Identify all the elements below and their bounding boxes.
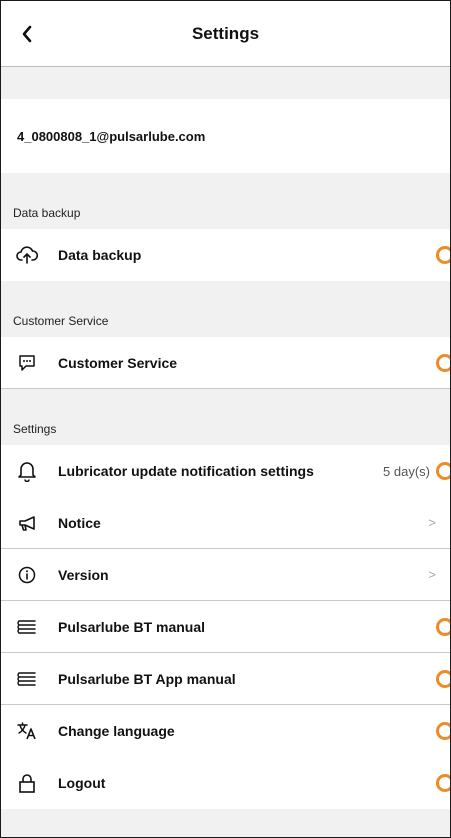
megaphone-icon (15, 511, 39, 535)
page-title: Settings (191, 23, 260, 43)
bottom-strip (1, 823, 450, 837)
customer-service-label: Customer Service (58, 354, 178, 371)
section-label-customer-service: Customer Service (13, 314, 109, 328)
customer-service-row[interactable]: Customer Service (1, 337, 450, 389)
orange-ring-indicator (436, 722, 450, 740)
data-backup-label: Data backup (58, 247, 142, 263)
lock-icon (15, 771, 39, 795)
info-icon (15, 563, 39, 587)
chevron-right-icon: > (428, 515, 436, 530)
section-label-data-backup: Data backup (13, 206, 81, 220)
account-email: 4_0800808_1@pulsarlube.com (1, 99, 450, 173)
section-label-settings: Settings (13, 422, 57, 436)
orange-ring-indicator (436, 774, 450, 792)
notice-row[interactable]: Notice > (1, 497, 450, 549)
bt-manual-label: Pulsarlube BT manual (58, 618, 206, 635)
orange-ring-indicator (436, 669, 450, 688)
bt-app-manual-row[interactable]: Pulsarlube BT App manual (1, 653, 450, 705)
notice-label: Notice (58, 514, 101, 531)
logout-row[interactable]: Logout (1, 757, 450, 809)
orange-ring-indicator (436, 617, 450, 636)
settings-screen: Settings 4_0800808_1@pulsarlube.com Data… (0, 0, 451, 838)
version-label: Version (58, 566, 109, 583)
change-language-label: Change language (58, 723, 175, 739)
chevron-right-icon: > (428, 567, 436, 582)
data-backup-row[interactable]: Data backup (1, 229, 450, 281)
change-language-row[interactable]: Change language (1, 705, 450, 757)
version-row[interactable]: Version > (1, 549, 450, 601)
bt-manual-row[interactable]: Pulsarlube BT manual (1, 601, 450, 653)
book-icon (15, 615, 39, 639)
translate-icon (15, 719, 39, 743)
orange-ring-indicator (436, 462, 450, 480)
notification-interval-value: 5 day(s) (383, 463, 430, 479)
notification-settings-row[interactable]: Lubricator update notification settings … (1, 445, 450, 497)
orange-ring-indicator (436, 246, 450, 264)
header: Settings (1, 1, 450, 67)
bt-app-manual-label: Pulsarlube BT App manual (58, 670, 236, 687)
book-icon (15, 667, 39, 691)
back-button[interactable] (13, 19, 41, 49)
chevron-left-icon (22, 25, 32, 43)
cloud-upload-icon (15, 243, 39, 267)
notification-settings-label: Lubricator update notification settings (58, 463, 314, 479)
orange-ring-indicator (436, 353, 450, 372)
bell-icon (15, 459, 39, 483)
chat-icon (15, 351, 39, 375)
logout-label: Logout (58, 775, 106, 791)
